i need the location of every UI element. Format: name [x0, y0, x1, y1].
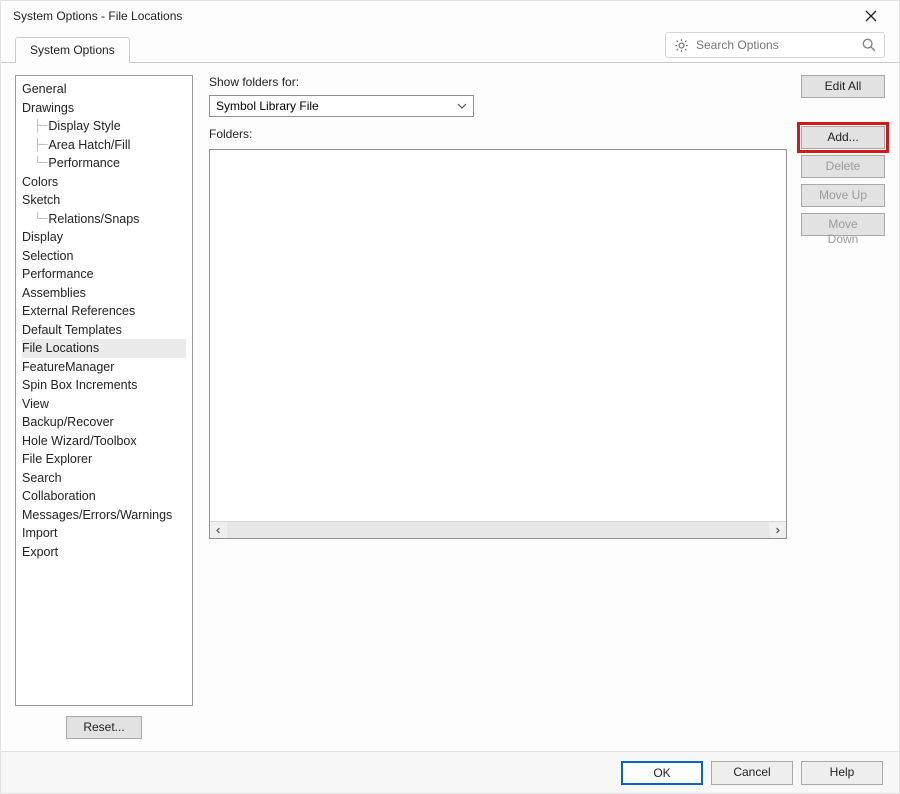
tree-item[interactable]: Backup/Recover	[22, 413, 186, 432]
tree-item[interactable]: View	[22, 395, 186, 414]
close-icon	[865, 10, 877, 22]
show-folders-label: Show folders for:	[209, 75, 787, 89]
tree-item[interactable]: Assemblies	[22, 284, 186, 303]
add-button[interactable]: Add...	[801, 126, 885, 149]
tree-item[interactable]: Import	[22, 524, 186, 543]
tree-item[interactable]: Performance	[22, 265, 186, 284]
chevron-down-icon	[457, 103, 467, 109]
tree-branch-icon: ├─	[34, 136, 46, 155]
titlebar: System Options - File Locations	[1, 1, 899, 31]
tab-search-row: System Options	[1, 31, 899, 63]
tree-item[interactable]: Export	[22, 543, 186, 562]
move-down-button: Move Down	[801, 213, 885, 236]
folders-label: Folders:	[209, 127, 787, 141]
tree-item[interactable]: Spin Box Increments	[22, 376, 186, 395]
tree-item-label: Area Hatch/Fill	[48, 136, 130, 155]
reset-row: Reset...	[15, 716, 193, 739]
dropdown-value: Symbol Library File	[216, 99, 319, 113]
tree-item[interactable]: Selection	[22, 247, 186, 266]
gear-icon	[672, 36, 690, 54]
scroll-left-icon[interactable]	[210, 522, 227, 538]
tree-item[interactable]: Default Templates	[22, 321, 186, 340]
tree-item[interactable]: File Explorer	[22, 450, 186, 469]
tree-item[interactable]: ├─Display Style	[22, 117, 186, 136]
close-button[interactable]	[851, 1, 891, 31]
tree-item[interactable]: Drawings	[22, 99, 186, 118]
help-button[interactable]: Help	[801, 761, 883, 785]
tree-item[interactable]: └─Performance	[22, 154, 186, 173]
tree-item-label: Relations/Snaps	[48, 210, 139, 229]
tab-system-options[interactable]: System Options	[15, 37, 130, 63]
delete-button: Delete	[801, 155, 885, 178]
tree-item[interactable]: Messages/Errors/Warnings	[22, 506, 186, 525]
category-tree[interactable]: GeneralDrawings├─Display Style├─Area Hat…	[15, 75, 193, 706]
folders-listbox[interactable]	[209, 149, 787, 539]
tree-item[interactable]: Display	[22, 228, 186, 247]
tree-branch-icon: ├─	[34, 117, 46, 136]
tree-item[interactable]: Hole Wizard/Toolbox	[22, 432, 186, 451]
tree-item[interactable]: General	[22, 80, 186, 99]
cancel-button[interactable]: Cancel	[711, 761, 793, 785]
tree-item[interactable]: Colors	[22, 173, 186, 192]
tree-item[interactable]: └─Relations/Snaps	[22, 210, 186, 229]
tree-item[interactable]: ├─Area Hatch/Fill	[22, 136, 186, 155]
tree-item[interactable]: Sketch	[22, 191, 186, 210]
form-column: Show folders for: Symbol Library File Fo…	[209, 75, 787, 739]
dialog-footer: OK Cancel Help	[1, 751, 899, 793]
tree-branch-icon: └─	[34, 210, 46, 229]
scroll-track[interactable]	[227, 522, 769, 538]
center-column: Show folders for: Symbol Library File Fo…	[209, 75, 885, 739]
reset-button[interactable]: Reset...	[66, 716, 142, 739]
window-title: System Options - File Locations	[13, 9, 182, 23]
tree-item[interactable]: File Locations	[22, 339, 186, 358]
tree-item[interactable]: Collaboration	[22, 487, 186, 506]
folder-action-group: Add... Delete Move Up Move Down	[801, 126, 885, 236]
scroll-right-icon[interactable]	[769, 522, 786, 538]
ok-button[interactable]: OK	[621, 761, 703, 785]
tree-item-label: Display Style	[48, 117, 120, 136]
search-options-box[interactable]	[665, 32, 885, 58]
tree-branch-icon: └─	[34, 154, 46, 173]
tree-item[interactable]: FeatureManager	[22, 358, 186, 377]
folders-hscrollbar[interactable]	[210, 521, 786, 538]
tab-strip: System Options	[15, 37, 130, 62]
tree-item[interactable]: External References	[22, 302, 186, 321]
search-icon	[860, 36, 878, 54]
search-input[interactable]	[690, 38, 860, 52]
system-options-dialog: System Options - File Locations System O…	[0, 0, 900, 794]
tree-item[interactable]: Search	[22, 469, 186, 488]
show-folders-dropdown[interactable]: Symbol Library File	[209, 95, 474, 117]
left-column: GeneralDrawings├─Display Style├─Area Hat…	[15, 75, 193, 739]
tree-item-label: Performance	[48, 154, 120, 173]
dialog-body: GeneralDrawings├─Display Style├─Area Hat…	[1, 63, 899, 751]
move-up-button: Move Up	[801, 184, 885, 207]
edit-all-button[interactable]: Edit All	[801, 75, 885, 98]
action-column: Edit All Add... Delete Move Up Move Down	[801, 75, 885, 739]
